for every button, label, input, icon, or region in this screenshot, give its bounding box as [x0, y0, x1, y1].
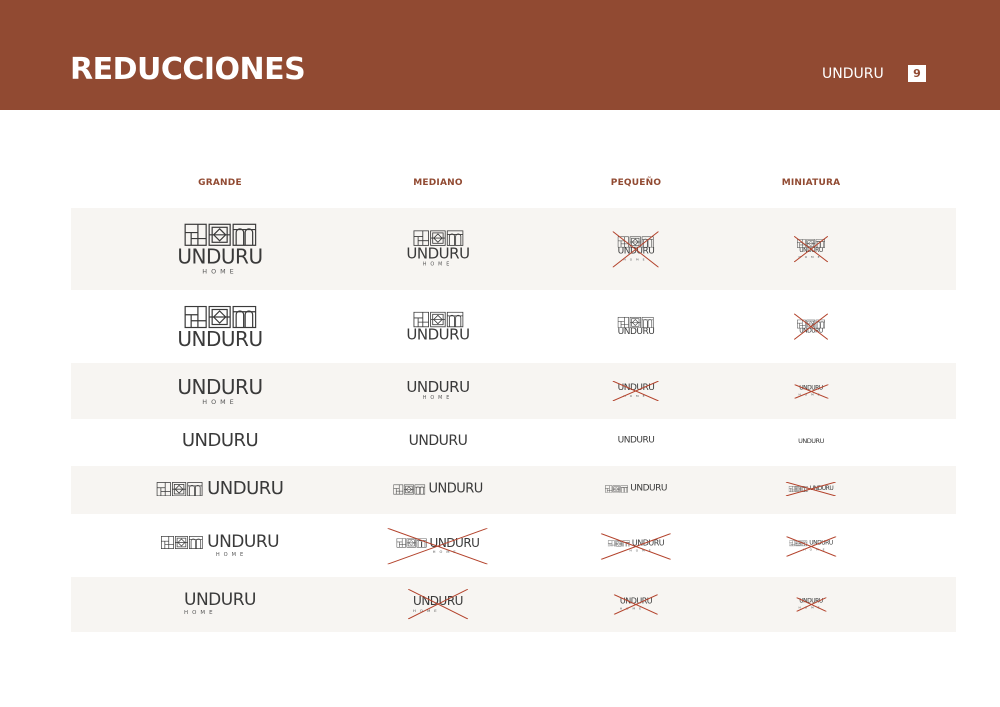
logo-wordmark: UNDURU — [177, 326, 263, 351]
page-title: REDUCCIONES — [70, 52, 306, 87]
logo-variant: UNDURU HOME — [785, 536, 836, 556]
logo-wordmark: UNDURU — [617, 435, 655, 446]
column-header-pequeno: PEQUEÑO — [610, 178, 662, 188]
logo-variant: UNDURU — [617, 435, 655, 446]
logo-wordmark: UNDURU — [617, 383, 655, 393]
logo-subtitle: HOME — [413, 608, 441, 614]
logo-variant: UNDURU HOME — [184, 589, 256, 616]
logo-inline-lockup: UNDURU — [396, 536, 480, 551]
unduru-icon — [789, 540, 808, 547]
logo-variant: UNDURU HOME — [406, 378, 470, 402]
logo-wordmark: UNDURU — [207, 531, 280, 552]
logo-wordmark: UNDURU — [181, 430, 259, 451]
logo-inline-lockup: UNDURU — [156, 478, 284, 499]
logo-subtitle: HOME — [803, 547, 829, 552]
logo-wordmark: UNDURU — [429, 536, 480, 551]
unduru-icon — [396, 538, 427, 548]
column-header-grande: GRANDE — [198, 178, 242, 188]
unduru-icon — [607, 540, 630, 547]
logo-wordmark: UNDURU — [798, 436, 824, 445]
logo-wordmark: UNDURU — [619, 596, 653, 606]
logo-subtitle: HOME — [422, 396, 454, 402]
logo-wordmark: UNDURU — [799, 597, 823, 605]
column-header-miniatura: MINIATURA — [781, 178, 841, 188]
logo-wordmark: UNDURU — [809, 539, 833, 547]
page-number-badge: 9 — [908, 65, 926, 82]
logo-wordmark: UNDURU — [177, 374, 263, 399]
logo-variant: UNDURU HOME — [601, 533, 671, 559]
logo-wordmark: UNDURU — [177, 244, 263, 269]
logo-inline-lockup: UNDURU — [393, 483, 483, 496]
header-bar: REDUCCIONES UNDURU 9 — [0, 0, 1000, 110]
logo-wordmark: UNDURU — [406, 325, 470, 344]
logo-variant: UNDURU — [156, 478, 284, 499]
logo-variant: UNDURU HOME — [406, 230, 470, 267]
logo-variant: UNDURU — [393, 483, 483, 496]
logo-variant: UNDURU HOME — [408, 589, 468, 619]
logo-inline-lockup: UNDURU — [160, 531, 280, 552]
logo-variant: UNDURU — [177, 305, 263, 351]
logo-wordmark: UNDURU — [406, 243, 470, 262]
logo-subtitle: HOME — [629, 548, 655, 553]
logo-wordmark: UNDURU — [799, 384, 823, 392]
logo-subtitle: HOME — [432, 550, 460, 555]
logo-variant: UNDURU HOME — [614, 594, 658, 614]
column-header-mediano: MEDIANO — [413, 178, 463, 188]
unduru-icon — [393, 484, 426, 494]
logo-variant: UNDURU — [794, 314, 828, 340]
logo-subtitle: HOME — [215, 551, 248, 558]
logo-wordmark: UNDURU — [631, 538, 665, 548]
logo-wordmark: UNDURU — [184, 589, 256, 610]
logo-subtitle: HOME — [798, 392, 824, 397]
logo-wordmark: UNDURU — [799, 246, 823, 254]
logo-wordmark: UNDURU — [408, 433, 468, 449]
logo-inline-lockup: UNDURU — [607, 538, 665, 548]
logo-subtitle: HOME — [422, 261, 454, 267]
logo-inline-lockup: UNDURU — [788, 485, 834, 492]
unduru-icon — [184, 223, 256, 246]
logo-variant: UNDURU HOME — [613, 231, 659, 267]
logo-wordmark: UNDURU — [630, 483, 667, 494]
logo-variant: UNDURU — [785, 482, 836, 496]
logo-variant: UNDURU HOME — [177, 374, 263, 406]
logo-variant: UNDURU HOME — [795, 597, 826, 611]
logo-variant: UNDURU HOME — [793, 384, 828, 398]
logo-wordmark: UNDURU — [809, 485, 834, 492]
logo-variant: UNDURU — [617, 316, 655, 338]
logo-wordmark: UNDURU — [207, 478, 284, 499]
logo-subtitle: HOME — [202, 397, 238, 406]
logo-variant: UNDURU — [406, 311, 470, 344]
logo-wordmark: UNDURU — [413, 594, 463, 609]
logo-wordmark: UNDURU — [617, 246, 655, 257]
logo-variant: UNDURU HOME — [388, 528, 488, 564]
brand-label: UNDURU — [822, 66, 884, 82]
unduru-icon — [605, 485, 628, 493]
logo-variant: UNDURU — [181, 430, 259, 451]
logo-wordmark: UNDURU — [799, 327, 823, 335]
logo-inline-lockup: UNDURU — [605, 483, 667, 494]
logo-subtitle: HOME — [202, 267, 238, 276]
logo-variant: UNDURU HOME — [613, 381, 659, 401]
logo-variant: UNDURU HOME — [794, 236, 828, 262]
logo-variant: UNDURU — [605, 483, 667, 494]
logo-subtitle: HOME — [623, 394, 649, 398]
unduru-icon — [184, 305, 256, 329]
logo-subtitle: HOME — [798, 605, 824, 610]
logo-variant: UNDURU — [409, 434, 468, 448]
logo-variant: UNDURU HOME — [177, 223, 263, 276]
logo-wordmark: UNDURU — [406, 378, 470, 397]
logo-subtitle: HOME — [619, 606, 645, 611]
logo-subtitle: HOME — [623, 257, 649, 262]
unduru-icon — [156, 481, 203, 497]
logo-subtitle: HOME — [184, 609, 217, 616]
logo-wordmark: UNDURU — [617, 327, 655, 338]
logo-subtitle: HOME — [798, 254, 824, 259]
unduru-icon — [788, 486, 808, 492]
logo-inline-lockup: UNDURU — [789, 539, 833, 547]
logo-variant: UNDURU HOME — [160, 531, 280, 558]
unduru-icon — [160, 535, 203, 549]
logo-variant: UNDURU — [798, 438, 824, 445]
logo-wordmark: UNDURU — [428, 481, 483, 497]
